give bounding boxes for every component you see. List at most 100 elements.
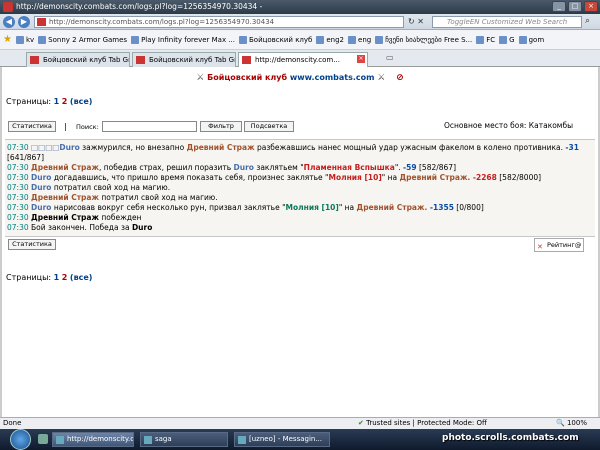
tab-demonscity[interactable]: http://demonscity.com... ×	[238, 52, 368, 68]
log-line: 07:30 □□□□Duro зажмурился, но внезапно Д…	[7, 143, 593, 163]
enemy-name[interactable]: Древний Страж.	[399, 173, 470, 182]
favorite-item-sonny[interactable]: Sonny 2 Armor Games	[38, 35, 128, 44]
messenger-icon	[238, 436, 246, 444]
checkmark-icon: ✔	[358, 419, 364, 427]
club-title: Бойцовский клуб	[207, 73, 288, 82]
taskbar-item-browser[interactable]: http://demonscity.c...	[52, 432, 134, 447]
spell-name: Молния [10]	[285, 203, 339, 212]
taskbar-item-saga[interactable]: saga	[140, 432, 228, 447]
enemy-name[interactable]: Древний Страж	[187, 143, 255, 152]
close-tab-icon[interactable]: ×	[357, 55, 365, 63]
all-pages-link[interactable]: (все)	[70, 273, 93, 282]
favorite-item-eng2[interactable]: eng2	[316, 35, 345, 44]
filter-button[interactable]: Фильтр	[200, 121, 242, 132]
tab-label: http://demonscity.com...	[255, 56, 340, 64]
page-2-link[interactable]: 2	[62, 273, 68, 282]
start-button[interactable]	[10, 429, 31, 450]
rating-button[interactable]: ✕ Рейтинг@	[534, 238, 584, 252]
favorite-label: eng2	[326, 35, 345, 44]
player-name[interactable]: Duro	[31, 173, 51, 182]
status-bar: Done ✔ Trusted sites | Protected Mode: O…	[0, 417, 600, 429]
favorite-label: Sonny 2 Armor Games	[48, 35, 128, 44]
player-name[interactable]: Duro	[234, 163, 254, 172]
page-1-link[interactable]: 1	[54, 97, 60, 106]
damage-value: -1355	[427, 203, 454, 212]
enemy-name[interactable]: Древний Страж	[31, 193, 99, 202]
site-link[interactable]: www.combats.com	[290, 73, 375, 82]
favorite-item-combats[interactable]: Бойцовский клуб	[239, 35, 312, 44]
favorites-star-icon[interactable]: ★	[3, 34, 12, 45]
new-tab-icon[interactable]: ▭	[386, 53, 394, 62]
taskbar-label: [uzneo] - Messagin...	[249, 435, 323, 443]
status-icon: ⊘	[396, 73, 404, 83]
favorite-item-kv[interactable]: kv	[15, 35, 34, 44]
search-field[interactable]: ToggleEN Customized Web Search	[432, 16, 582, 28]
favorite-item-infinity[interactable]: Play Infinity forever Max ...	[131, 35, 235, 44]
security-zone[interactable]: ✔ Trusted sites | Protected Mode: Off	[358, 418, 487, 429]
ie-icon	[3, 2, 13, 12]
hp-value: [582/8000]	[496, 173, 542, 182]
minimize-button[interactable]: _	[552, 1, 566, 12]
log-text: разбежавшись нанес мощный удар ужасным ф…	[254, 143, 566, 152]
maximize-button[interactable]: □	[568, 1, 582, 12]
hp-value: [641/867]	[7, 153, 45, 162]
address-bar: ◀ ▶ http://demonscity.combats.com/logs.p…	[0, 14, 600, 30]
page-2-link[interactable]: 2	[62, 97, 68, 106]
zoom-level[interactable]: 🔍 100%	[556, 418, 587, 429]
close-window-button[interactable]: ×	[584, 1, 598, 12]
url-text: http://demonscity.combats.com/logs.pl?lo…	[49, 18, 275, 26]
log-text: зажмурился, но внезапно	[79, 143, 187, 152]
favorite-label: eng	[358, 35, 372, 44]
stats-button[interactable]: Статистика	[8, 121, 56, 132]
log-text: догадавшись, что пришло время показать с…	[51, 173, 329, 182]
folder-icon	[144, 436, 152, 444]
winner-name[interactable]: Duro	[132, 223, 152, 232]
tab-strip: Бойцовский клуб Tab Gro... Бойцовский кл…	[0, 50, 600, 68]
quicklaunch-icon[interactable]	[38, 434, 48, 444]
enemy-name[interactable]: Древний Страж.	[357, 203, 428, 212]
favorite-item-g[interactable]: G	[499, 35, 515, 44]
forward-button[interactable]: ▶	[18, 16, 30, 28]
log-text: Бой закончен. Победа за	[28, 223, 132, 232]
favorite-item-eng[interactable]: eng	[348, 35, 372, 44]
rating-icon: ✕	[537, 243, 543, 251]
search-icon[interactable]: ⌕	[585, 16, 590, 26]
player-name[interactable]: Duro	[31, 203, 51, 212]
taskbar-item-messenger[interactable]: [uzneo] - Messagin...	[234, 432, 330, 447]
back-button[interactable]: ◀	[3, 16, 15, 28]
status-text: Done	[3, 419, 22, 427]
link-icon	[316, 35, 325, 44]
log-time: 07:30	[7, 203, 29, 212]
hp-value: [582/867]	[416, 163, 457, 172]
all-pages-link[interactable]: (все)	[70, 97, 93, 106]
spell-name: Молния [10]	[328, 173, 382, 182]
favorite-item-georgian[interactable]: ჩვენი სიახლეები Free S...	[375, 35, 472, 44]
hp-value: [0/800]	[453, 203, 484, 212]
enemy-name[interactable]: Древний Страж	[31, 163, 99, 172]
stats-button-bottom[interactable]: Статистика	[8, 239, 56, 250]
log-text: потратил свой ход на магию.	[98, 193, 218, 202]
player-name[interactable]: Duro	[31, 183, 51, 192]
tab-combats-1[interactable]: Бойцовский клуб Tab Gro...	[26, 52, 130, 67]
log-text: заклятьем "	[253, 163, 304, 172]
log-time: 07:30	[7, 193, 29, 202]
log-time: 07:30	[7, 223, 29, 232]
favorite-item-gom[interactable]: gom	[518, 35, 544, 44]
damage-value: -31	[565, 143, 579, 152]
url-field[interactable]: http://demonscity.combats.com/logs.pl?lo…	[34, 16, 404, 28]
pagination-bottom: Страницы: 1 2 (все)	[6, 273, 92, 282]
favorite-item-fc[interactable]: FC	[476, 35, 495, 44]
hit-zones: □□□□	[31, 143, 60, 152]
page-1-link[interactable]: 1	[54, 273, 60, 282]
enemy-name[interactable]: Древний Страж	[31, 213, 99, 222]
link-icon	[131, 35, 140, 44]
search-placeholder: ToggleEN Customized Web Search	[447, 18, 568, 26]
log-time: 07:30	[7, 213, 29, 222]
tab-combats-2[interactable]: Бойцовский клуб Tab Gro...	[132, 52, 236, 67]
log-line: 07:30 Древний Страж потратил свой ход на…	[7, 193, 593, 203]
page-header: ⚔ Бойцовский клуб www.combats.com ⚔ ⊘	[2, 73, 598, 83]
refresh-stop-icons[interactable]: ↻ ✕	[408, 17, 424, 26]
log-search-input[interactable]	[102, 121, 197, 132]
player-name[interactable]: Duro	[59, 143, 79, 152]
highlight-button[interactable]: Подсветка	[244, 121, 294, 132]
